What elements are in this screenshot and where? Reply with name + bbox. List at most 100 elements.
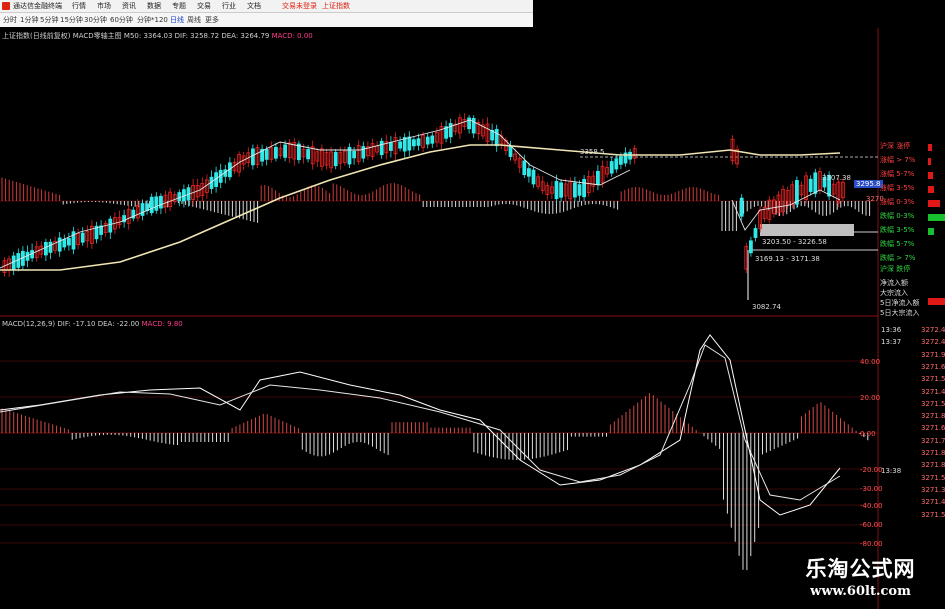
breadth-down-0-3[interactable]: 跌幅 0-3% [880, 211, 914, 222]
tick-price-8: 3271.63 [921, 424, 945, 433]
candle-body-156 [813, 172, 818, 194]
candle-body-129 [596, 170, 600, 185]
macd-axis-m30: -30.00 [860, 485, 883, 493]
high-price-label: 3358.5 [580, 148, 605, 156]
breadth-limit-up[interactable]: 沪深 涨停 [880, 141, 910, 152]
candle-body-133 [614, 158, 619, 170]
breadth-down-gt7[interactable]: 跌幅 > 7% [880, 253, 915, 264]
candle-body-97 [448, 123, 453, 138]
candle-body-155 [808, 178, 813, 192]
breadth-up-gt7[interactable]: 涨幅 > 7% [880, 155, 915, 166]
candle-body-110 [508, 145, 513, 157]
candle-body-107 [494, 128, 499, 147]
candle-body-78 [361, 146, 366, 159]
candle-body-32 [149, 196, 154, 214]
breadth-bar-down-0-3 [928, 214, 945, 221]
tick-price-7: 3271.84 [921, 412, 945, 421]
breadth-limit-down[interactable]: 沪深 跌停 [880, 264, 910, 275]
candle-body-134 [619, 156, 623, 165]
breadth-bar-up-3-5 [928, 186, 934, 193]
tick-price-10: 3271.84 [921, 449, 945, 457]
breadth-up-3-5[interactable]: 涨幅 3-5% [880, 183, 914, 194]
tick-price-12: 3271.51 [921, 473, 945, 482]
breadth-down-3-5[interactable]: 跌幅 3-5% [880, 225, 914, 236]
tick-price-4: 3271.50 [921, 375, 945, 384]
candle-body-38 [177, 192, 182, 202]
watermark: 乐淘公式网 www.60lt.com [776, 555, 945, 609]
candle-body-23 [108, 218, 113, 233]
time-2: 13:37 [881, 338, 902, 346]
price-label-r1: 3307.38 [822, 174, 851, 182]
breadth-bar-down-3-5 [928, 228, 934, 235]
candle-body-33 [154, 196, 159, 211]
candle-body-92 [425, 136, 430, 145]
candle-body-124 [573, 182, 577, 198]
macd-params: MACD(12,26,9) [2, 320, 56, 328]
candle-body-76 [352, 150, 357, 159]
dea-line [0, 344, 841, 501]
candle-body-114 [527, 168, 531, 177]
kline-chart[interactable] [0, 0, 945, 609]
candle-body-90 [416, 138, 421, 146]
candle-body-140 [739, 197, 744, 217]
breadth-bar-up-gt7 [928, 158, 931, 165]
candle-body-9 [44, 241, 48, 256]
candle-body-101 [467, 117, 472, 130]
candle-body-84 [388, 142, 393, 151]
candle-body-14 [67, 238, 71, 246]
tick-price-15: 3271.58 [921, 510, 945, 519]
candle-body-59 [273, 146, 278, 159]
candle-body-142 [749, 240, 753, 254]
macd-info-line: MACD(12,26,9) DIF: -17.10 DEA: -22.00 MA… [2, 320, 183, 328]
breadth-bar-limit-up [928, 144, 932, 151]
breadth-up-5-7[interactable]: 涨幅 5-7% [880, 169, 914, 180]
tick-price-5: 3271.40 [921, 387, 945, 396]
candle-body-61 [283, 144, 288, 158]
current-price-box: 3295.8 [854, 180, 883, 188]
tick-price-0: 3272.43 [921, 326, 945, 334]
time-1: 13:36 [881, 326, 902, 334]
candle-body-82 [379, 140, 384, 156]
breadth-up-0-3[interactable]: 涨幅 0-3% [880, 197, 914, 208]
watermark-title: 乐淘公式网 [805, 556, 916, 581]
breadth-bar-up-0-3 [928, 200, 940, 207]
candle-body-10 [48, 241, 53, 253]
candle-body-34 [158, 195, 163, 209]
watermark-url: www.60lt.com [810, 584, 911, 599]
candle-body-17 [80, 232, 85, 243]
candle-body-115 [531, 169, 536, 185]
range-label-2: 3169.13 - 3171.38 [755, 255, 820, 263]
macd-axis-m20: -20.00 [860, 466, 883, 474]
macd-axis-m60: -60.00 [860, 521, 883, 529]
ma-long-line [0, 144, 841, 271]
breadth-down-5-7[interactable]: 跌幅 5-7% [880, 239, 914, 250]
macd-axis-m80: -80.00 [860, 540, 883, 548]
candle-body-93 [430, 135, 435, 144]
range-label-1: 3203.50 - 3226.58 [762, 238, 827, 246]
candle-body-30 [140, 203, 145, 216]
tick-price-2: 3271.97 [921, 350, 945, 359]
candle-body-72 [333, 151, 338, 167]
candle-body-121 [559, 182, 563, 198]
macd-axis-40: 40.00 [860, 358, 881, 366]
candle-body-66 [306, 149, 311, 160]
candle-body-126 [582, 178, 586, 198]
dif-line [0, 334, 841, 516]
candle-body-12 [57, 237, 62, 252]
macd-macd: MACD: 9.80 [141, 320, 183, 328]
candle-body-54 [250, 148, 255, 166]
range-box [760, 224, 854, 236]
block-inflow-5d[interactable]: 5日大宗流入 [880, 308, 919, 319]
candle-body-88 [407, 136, 412, 151]
tick-price-11: 3271.89 [921, 461, 945, 470]
tick-price-9: 3271.78 [921, 436, 945, 445]
macd-axis-20: 20.00 [860, 394, 881, 402]
candle-body-143 [753, 228, 758, 238]
macd-axis-0: 0.00 [860, 430, 876, 438]
candle-body-132 [609, 161, 614, 174]
candle-body-102 [471, 117, 476, 134]
candle-body-113 [522, 160, 527, 176]
tick-price-3: 3271.63 [921, 362, 945, 371]
macd-axis-m40: -40.00 [860, 502, 883, 510]
time-3: 13:38 [881, 467, 902, 475]
